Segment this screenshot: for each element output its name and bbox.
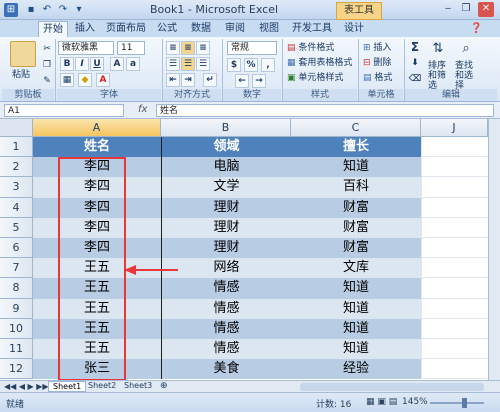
status-count: 计数: 16 xyxy=(316,400,352,410)
zoom-level[interactable]: 145% xyxy=(402,397,428,407)
sheet-tab-bar: ◀◀ ◀ ▶ ▶▶ Sheet1 Sheet2 Sheet3 ⊕ xyxy=(0,380,500,392)
status-mode: 就绪 xyxy=(6,400,25,410)
sheet-nav-icon[interactable]: ◀◀ ◀ ▶ ▶▶ xyxy=(4,381,49,392)
highlight-box xyxy=(58,157,126,381)
zoom-slider-thumb[interactable] xyxy=(462,398,467,408)
insert-sheet-icon[interactable]: ⊕ xyxy=(160,381,168,392)
sheet-tab-3[interactable]: Sheet3 xyxy=(120,381,156,392)
sheet-tab-1[interactable]: Sheet1 xyxy=(48,381,87,392)
sheet-tab-2[interactable]: Sheet2 xyxy=(84,381,120,392)
horizontal-scrollbar[interactable] xyxy=(300,383,484,391)
annotation-overlay xyxy=(58,157,178,381)
status-bar: 就绪 计数: 16 ▦ ▣ ▤ 145% xyxy=(0,392,500,412)
view-buttons-icon[interactable]: ▦ ▣ ▤ xyxy=(366,397,397,407)
zoom-slider[interactable] xyxy=(430,402,484,404)
